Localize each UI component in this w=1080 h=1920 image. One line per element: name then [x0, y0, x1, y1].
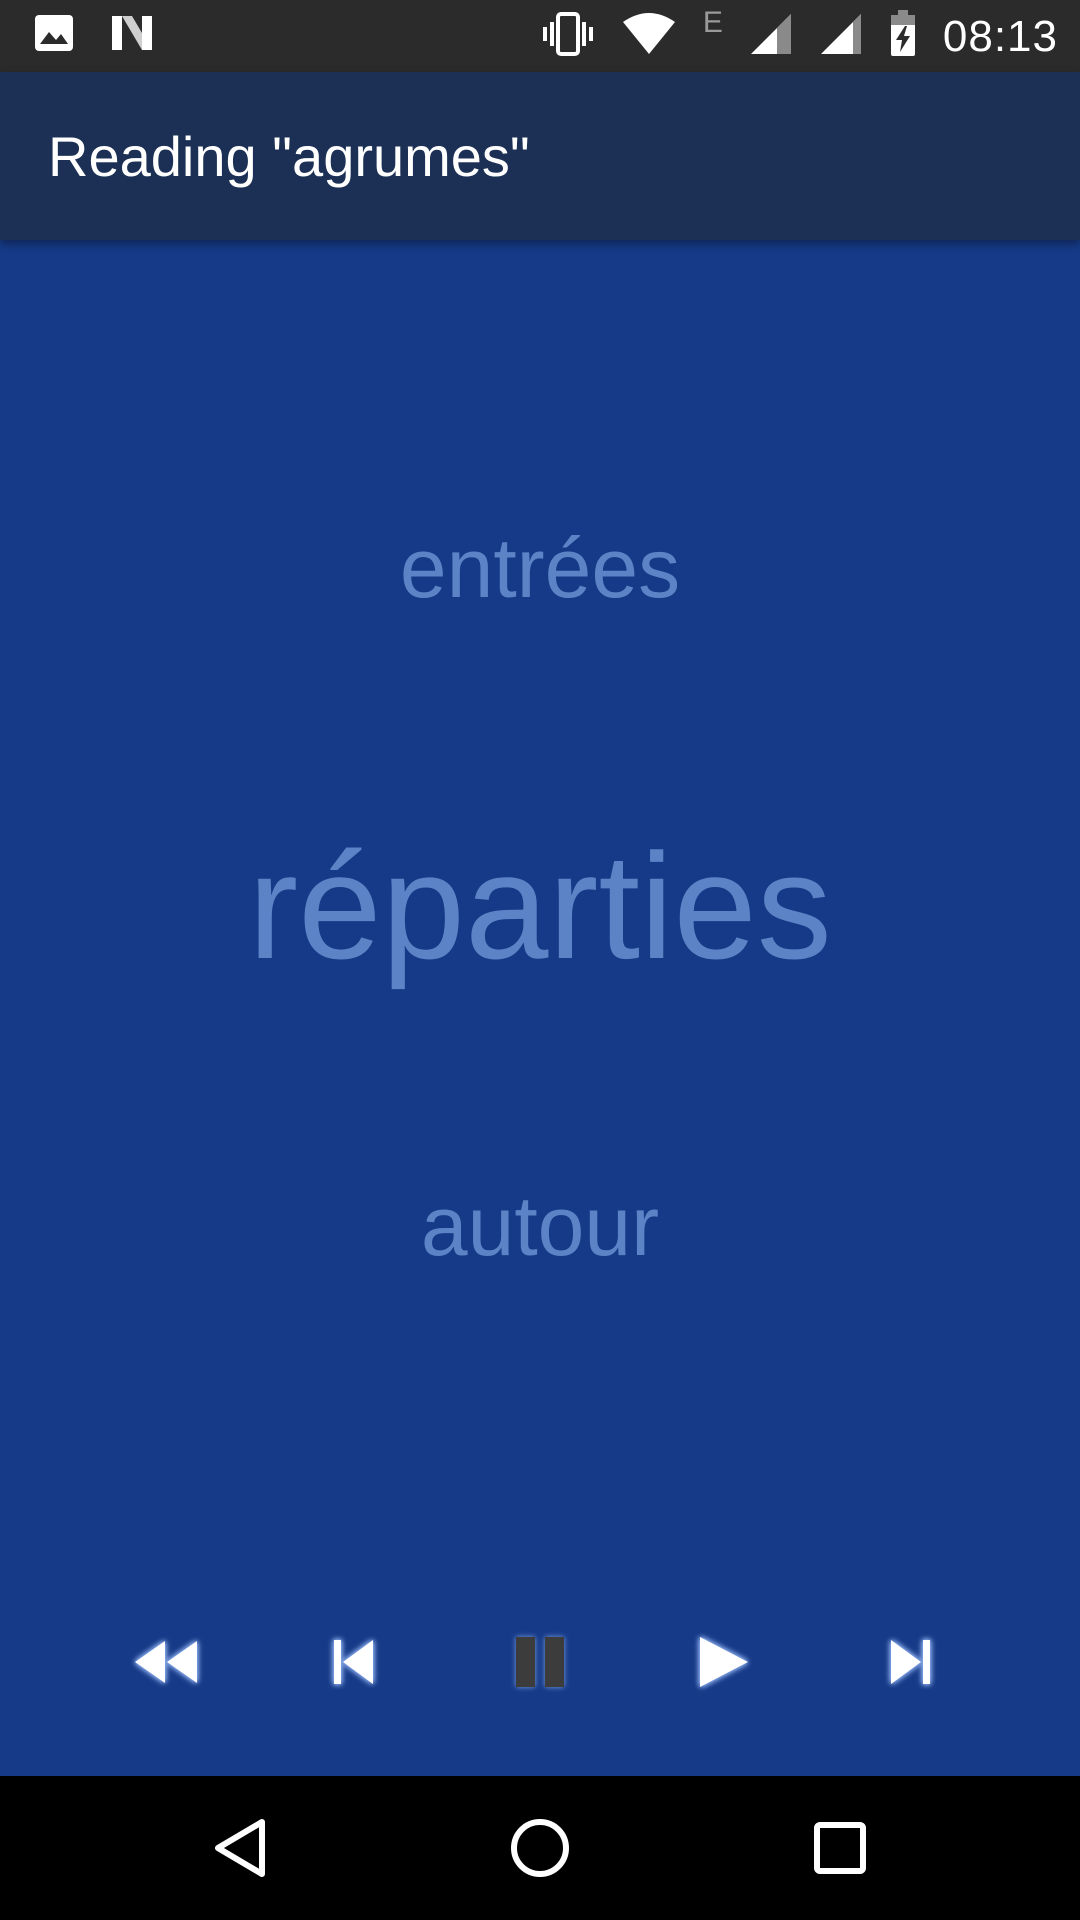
signal-icon [749, 12, 793, 61]
home-icon [511, 1819, 569, 1877]
skip-previous-button[interactable] [312, 1620, 396, 1704]
playback-controls [0, 1620, 1080, 1704]
image-icon [34, 14, 74, 57]
wifi-icon [621, 12, 677, 61]
play-button[interactable] [682, 1620, 766, 1704]
battery-charging-icon [889, 10, 917, 63]
navigation-bar [0, 1776, 1080, 1920]
recents-button[interactable] [804, 1812, 876, 1884]
recents-icon [814, 1822, 866, 1874]
app-bar: Reading "agrumes" [0, 72, 1080, 240]
status-time: 08:13 [942, 11, 1058, 61]
network-type-label: E [702, 5, 723, 39]
pause-button[interactable] [498, 1620, 582, 1704]
rewind-icon [135, 1641, 197, 1683]
home-button[interactable] [504, 1812, 576, 1884]
next-word: autour [420, 1179, 660, 1273]
skip-previous-icon [334, 1640, 373, 1684]
back-button[interactable] [204, 1812, 276, 1884]
page-title: Reading "agrumes" [48, 125, 530, 188]
skip-next-button[interactable] [868, 1620, 952, 1704]
back-icon [215, 1819, 265, 1877]
vibrate-icon [541, 12, 595, 61]
pause-icon [516, 1637, 564, 1687]
play-icon [700, 1637, 748, 1687]
current-word: réparties [248, 822, 832, 990]
status-bar: E 08:13 [0, 0, 1080, 72]
n-logo-icon [110, 14, 154, 57]
skip-next-icon [891, 1640, 930, 1684]
rewind-button[interactable] [124, 1620, 208, 1704]
signal-icon-2 [819, 12, 863, 61]
previous-word: entrées [399, 521, 681, 615]
